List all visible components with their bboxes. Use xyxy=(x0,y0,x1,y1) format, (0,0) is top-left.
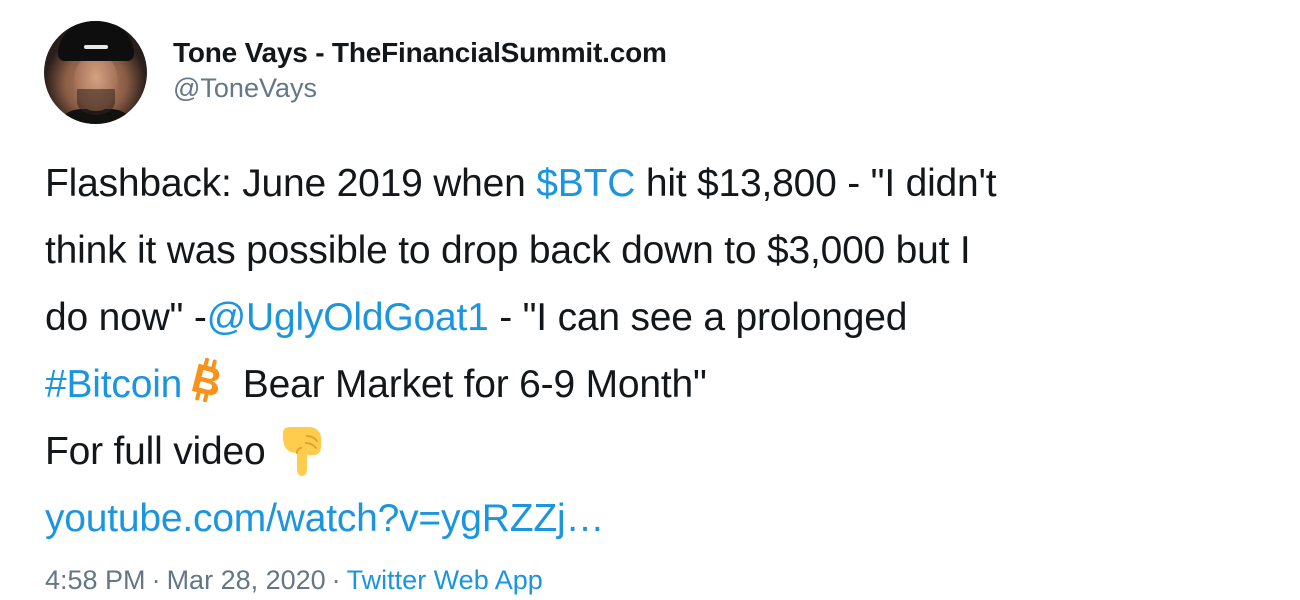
avatar-cap xyxy=(58,20,134,61)
tweet-text-segment: For full video xyxy=(45,430,266,473)
author-display-name[interactable]: Tone Vays - TheFinancialSummit.com xyxy=(173,35,667,71)
cashtag-link[interactable]: $BTC xyxy=(536,162,635,205)
tweet-line-3: do now" -@UglyOldGoat1 - "I can see a pr… xyxy=(45,284,1275,351)
mention-link[interactable]: @UglyOldGoat1 xyxy=(207,296,489,339)
tweet-text-segment: Flashback: June 2019 when xyxy=(45,162,537,205)
tweet-line-1: Flashback: June 2019 when $BTC hit $13,8… xyxy=(45,150,1275,217)
bitcoin-icon xyxy=(186,356,226,423)
tweet-text-segment: do now" - xyxy=(45,296,207,339)
tweet-date[interactable]: Mar 28, 2020 xyxy=(167,565,326,595)
tweet-text-segment: hit $13,800 - "I didn't xyxy=(635,162,997,205)
tweet-line-6: youtube.com/watch?v=ygRZZj… xyxy=(45,485,1275,552)
tweet-line-4: #Bitcoin Bear Market for 6-9 Month" xyxy=(45,351,1275,418)
avatar[interactable] xyxy=(44,20,147,124)
tweet-text-segment: - "I can see a prolonged xyxy=(488,296,908,339)
meta-separator: · xyxy=(331,565,341,595)
tweet-line-2: think it was possible to drop back down … xyxy=(45,217,1275,284)
tweet-text-segment: think it was possible to drop back down … xyxy=(45,229,971,272)
hashtag-link[interactable]: #Bitcoin xyxy=(45,363,182,406)
tweet-line-5: For full video xyxy=(45,418,1275,485)
author-names: Tone Vays - TheFinancialSummit.com @Tone… xyxy=(173,35,667,105)
tweet-card: Tone Vays - TheFinancialSummit.com @Tone… xyxy=(0,0,1300,600)
author-handle[interactable]: @ToneVays xyxy=(173,71,667,105)
avatar-beard xyxy=(77,88,115,115)
tweet-time[interactable]: 4:58 PM xyxy=(45,565,146,595)
tweet-header: Tone Vays - TheFinancialSummit.com @Tone… xyxy=(44,20,667,124)
tweet-source-link[interactable]: Twitter Web App xyxy=(347,565,543,595)
tweet-meta: 4:58 PM · Mar 28, 2020 · Twitter Web App xyxy=(45,562,543,598)
tweet-text: Flashback: June 2019 when $BTC hit $13,8… xyxy=(45,150,1275,552)
avatar-cap-logo xyxy=(84,44,108,49)
youtube-url-link[interactable]: youtube.com/watch?v=ygRZZj… xyxy=(45,497,604,540)
tweet-text-segment: Bear Market for 6-9 Month" xyxy=(232,363,707,406)
meta-separator: · xyxy=(151,565,161,595)
